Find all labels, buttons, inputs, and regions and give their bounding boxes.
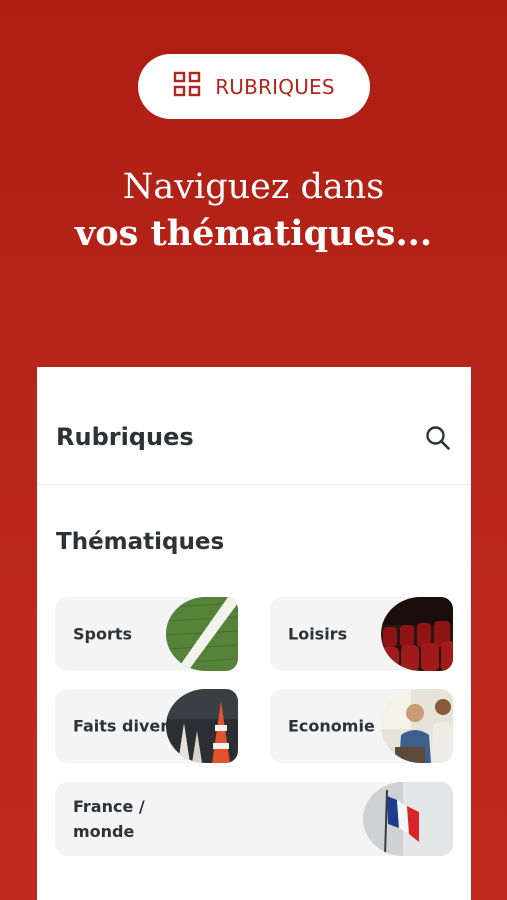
card-label: Loisirs [288, 624, 348, 644]
business-meeting-image [381, 689, 453, 763]
rubriques-pill-button[interactable]: RUBRIQUES [138, 54, 370, 119]
headline-line-1: Naviguez dans [122, 167, 385, 207]
category-card-france-monde[interactable]: France / monde [55, 782, 453, 856]
search-icon[interactable] [425, 425, 451, 451]
hero-headline: Naviguez dans vos thématiques... [0, 165, 507, 259]
card-label: Faits divers [73, 716, 178, 736]
headline-line-2: vos thématiques... [74, 213, 433, 254]
category-card-loisirs[interactable]: Loisirs [270, 597, 453, 671]
french-flag-image [363, 782, 453, 856]
card-label: Sports [73, 624, 133, 644]
card-label: France / monde [73, 797, 145, 841]
panel-header: Rubriques [37, 367, 471, 485]
grid-icon [173, 71, 201, 102]
category-card-economie[interactable]: Economie [270, 689, 453, 763]
traffic-cones-image [166, 689, 238, 763]
theater-seats-image [381, 597, 453, 671]
category-card-faits-divers[interactable]: Faits divers [55, 689, 238, 763]
category-card-sports[interactable]: Sports [55, 597, 238, 671]
section-title: Thématiques [56, 529, 225, 555]
rubriques-panel: Rubriques Thématiques Sports Loisirs Fai… [37, 367, 471, 900]
card-label: Economie [288, 716, 375, 736]
pill-label: RUBRIQUES [215, 74, 335, 99]
football-pitch-image [166, 597, 238, 671]
panel-title: Rubriques [56, 423, 194, 451]
